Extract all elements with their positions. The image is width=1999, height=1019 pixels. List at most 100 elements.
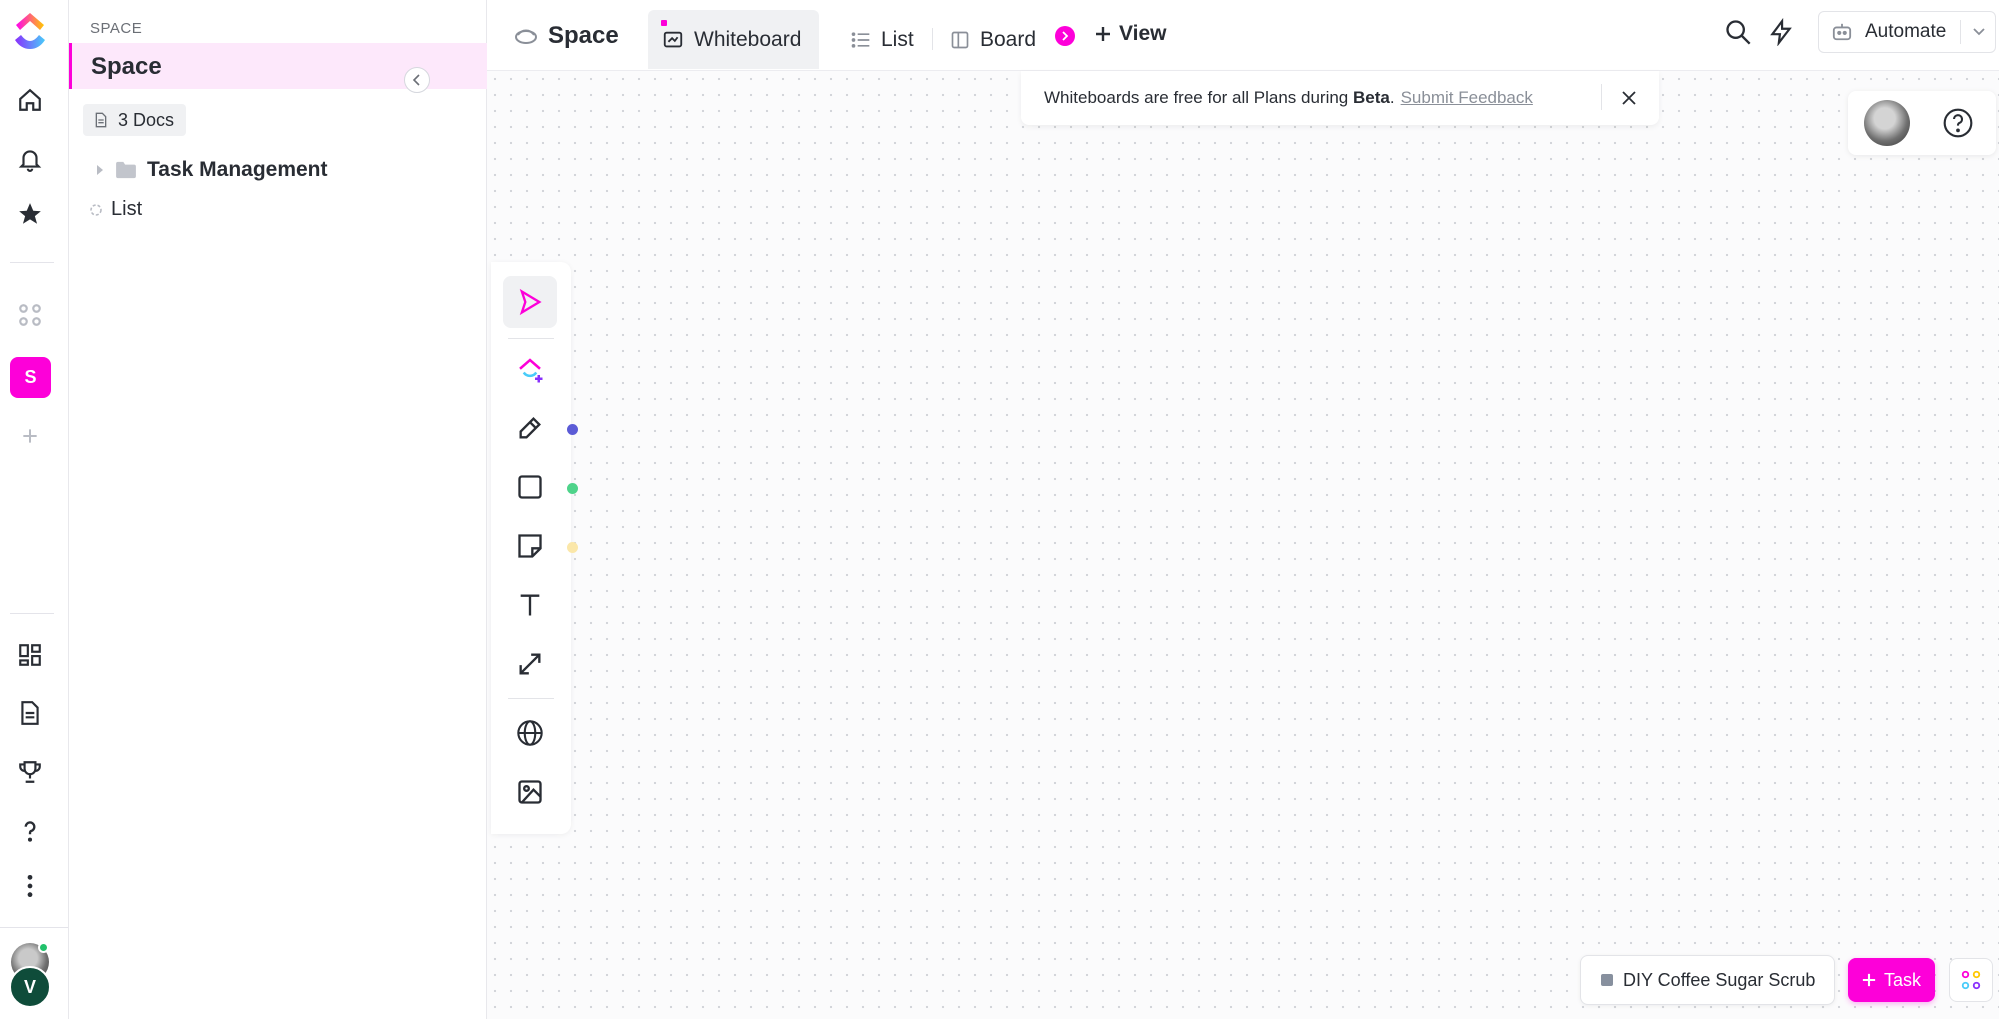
tab-board-label: Board bbox=[980, 27, 1037, 51]
automate-button[interactable]: Automate bbox=[1818, 11, 1996, 53]
chevron-right-icon bbox=[1062, 31, 1069, 41]
add-task-button[interactable]: Task bbox=[1848, 958, 1935, 1002]
breadcrumb-space-label: Space bbox=[548, 22, 619, 49]
palette-divider bbox=[508, 338, 554, 339]
ai-sparkle-icon bbox=[519, 358, 543, 383]
help-circle-icon[interactable] bbox=[1942, 107, 1974, 139]
shape-tool-button[interactable] bbox=[503, 461, 557, 513]
docs-icon[interactable] bbox=[14, 697, 46, 729]
sidebar-item-task-management[interactable]: Task Management bbox=[95, 158, 328, 182]
online-status-dot bbox=[38, 942, 49, 953]
pen-color-dot[interactable] bbox=[567, 424, 578, 435]
task-status-icon bbox=[1601, 974, 1613, 986]
apps-grid-icon bbox=[1961, 970, 1981, 990]
tool-palette bbox=[491, 262, 571, 834]
ai-tool-button[interactable] bbox=[503, 344, 557, 396]
trophy-icon[interactable] bbox=[14, 756, 46, 788]
quick-actions-button[interactable] bbox=[1765, 16, 1797, 48]
help-icon[interactable] bbox=[14, 815, 46, 847]
submit-feedback-link[interactable]: Submit Feedback bbox=[1401, 88, 1533, 108]
collaborator-avatar[interactable] bbox=[1864, 100, 1910, 146]
new-indicator bbox=[661, 20, 667, 26]
folder-label: Task Management bbox=[147, 158, 328, 181]
task-tray-item[interactable]: DIY Coffee Sugar Scrub bbox=[1580, 955, 1835, 1005]
apps-launcher-button[interactable] bbox=[1949, 958, 1993, 1002]
shape-color-dot[interactable] bbox=[567, 483, 578, 494]
pen-tool-button[interactable] bbox=[503, 402, 557, 454]
dashboards-icon[interactable] bbox=[14, 639, 46, 671]
list-label: List bbox=[111, 198, 143, 220]
banner-text: Whiteboards are free for all Plans durin… bbox=[1044, 88, 1353, 107]
left-rail: S V bbox=[0, 0, 69, 1019]
add-view-label: View bbox=[1119, 22, 1167, 45]
apps-grid-icon[interactable] bbox=[14, 299, 46, 331]
whiteboard-canvas[interactable] bbox=[487, 71, 1999, 1019]
connector-arrow-icon bbox=[519, 653, 541, 675]
plus-icon bbox=[1862, 973, 1876, 987]
connector-tool-button[interactable] bbox=[503, 638, 557, 690]
robot-icon bbox=[1832, 23, 1852, 41]
plus-icon[interactable] bbox=[14, 420, 46, 452]
more-vertical-icon[interactable] bbox=[14, 870, 46, 902]
sidebar-space-label: Space bbox=[91, 53, 162, 80]
banner-suffix: . bbox=[1389, 88, 1395, 107]
embed-tool-button[interactable] bbox=[503, 707, 557, 759]
image-icon bbox=[518, 780, 542, 804]
more-views-button[interactable] bbox=[1055, 26, 1075, 46]
rail-divider bbox=[10, 262, 54, 263]
banner-divider bbox=[1601, 84, 1602, 110]
pen-icon bbox=[519, 417, 541, 439]
list-status-icon bbox=[90, 203, 102, 216]
star-icon[interactable] bbox=[14, 198, 46, 230]
sidebar-item-list[interactable]: List bbox=[89, 198, 142, 221]
tab-whiteboard[interactable]: Whiteboard bbox=[648, 10, 820, 69]
tab-list[interactable]: List bbox=[837, 10, 932, 69]
automate-split-divider bbox=[1960, 20, 1961, 44]
chevron-left-icon bbox=[412, 74, 420, 86]
sticky-color-dot[interactable] bbox=[567, 542, 578, 553]
space-cloud-icon bbox=[515, 29, 537, 44]
breadcrumb-space[interactable]: Space bbox=[514, 22, 619, 50]
whiteboard-icon bbox=[663, 31, 683, 47]
collaborators-panel bbox=[1848, 91, 1996, 155]
docs-count-label: 3 Docs bbox=[118, 109, 175, 130]
sticky-note-icon bbox=[518, 534, 542, 558]
sidebar-header: SPACE bbox=[90, 20, 143, 37]
palette-divider bbox=[508, 698, 554, 699]
sticky-note-tool-button[interactable] bbox=[503, 520, 557, 572]
lightning-icon bbox=[1770, 18, 1792, 46]
close-icon bbox=[1622, 91, 1636, 105]
banner-beta: Beta bbox=[1353, 88, 1390, 107]
add-task-label: Task bbox=[1883, 969, 1921, 990]
rail-divider bbox=[10, 613, 54, 614]
image-tool-button[interactable] bbox=[503, 766, 557, 818]
bell-icon[interactable] bbox=[14, 143, 46, 175]
automate-label: Automate bbox=[1865, 21, 1947, 42]
add-view-button[interactable]: View bbox=[1095, 22, 1166, 46]
board-icon bbox=[951, 31, 969, 48]
home-icon[interactable] bbox=[14, 84, 46, 116]
docs-count-chip[interactable]: 3 Docs bbox=[83, 104, 187, 136]
tab-whiteboard-label: Whiteboard bbox=[694, 27, 802, 51]
select-tool-button[interactable] bbox=[503, 276, 557, 328]
close-banner-button[interactable] bbox=[1618, 87, 1640, 109]
tab-board[interactable]: Board bbox=[936, 10, 1054, 69]
search-icon bbox=[1726, 20, 1751, 45]
square-icon bbox=[518, 475, 542, 499]
tab-list-label: List bbox=[881, 27, 914, 51]
caret-right-icon[interactable] bbox=[95, 163, 105, 177]
text-tool-button[interactable] bbox=[503, 579, 557, 631]
search-button[interactable] bbox=[1722, 16, 1754, 48]
chevron-down-icon[interactable] bbox=[1972, 24, 1986, 40]
collapse-sidebar-button[interactable] bbox=[404, 67, 430, 93]
task-name-label: DIY Coffee Sugar Scrub bbox=[1623, 969, 1816, 990]
user-initial-avatar[interactable]: V bbox=[9, 966, 51, 1008]
text-icon bbox=[520, 594, 540, 616]
folder-icon bbox=[116, 161, 136, 179]
clickup-logo-icon[interactable] bbox=[10, 10, 50, 54]
space-avatar-badge[interactable]: S bbox=[10, 357, 51, 398]
top-bar: Space Whiteboard List Board View Automat… bbox=[487, 0, 1999, 71]
doc-icon bbox=[95, 112, 107, 128]
cursor-icon bbox=[519, 288, 542, 316]
plus-icon bbox=[1096, 27, 1110, 41]
